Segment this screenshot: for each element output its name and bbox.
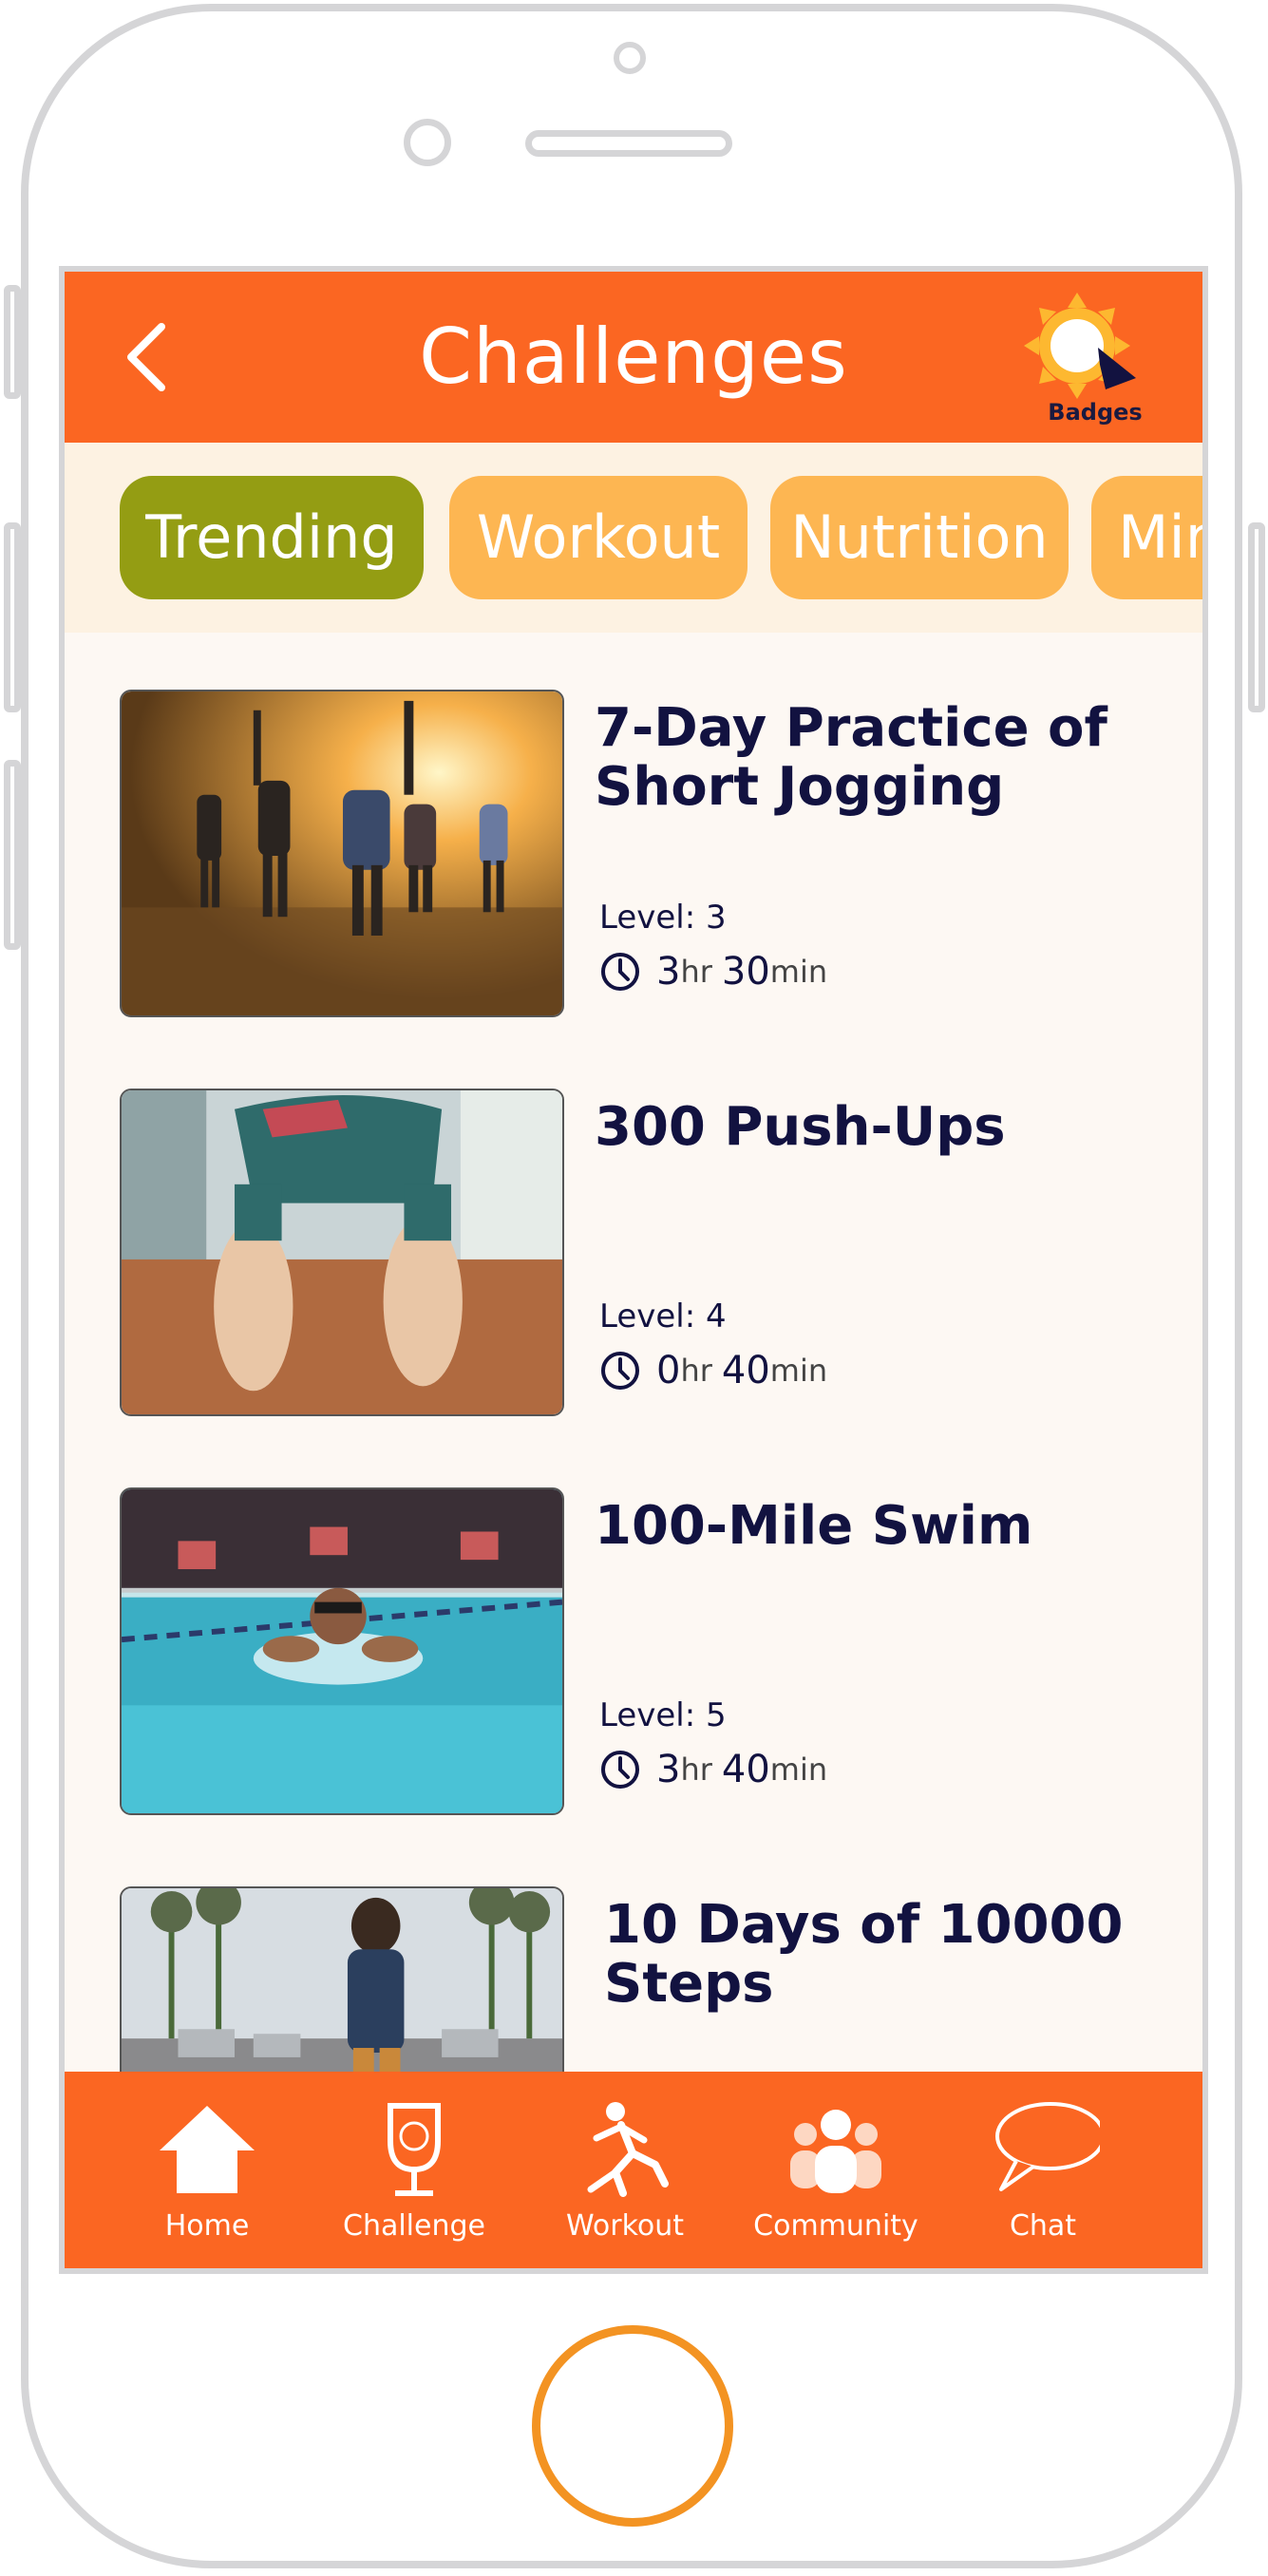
duration-minutes: 30	[721, 950, 770, 994]
earpiece-speaker	[525, 130, 732, 157]
swimmer-pool-photo	[120, 1487, 564, 1815]
challenge-duration: 0 hr 40 min	[599, 1347, 827, 1394]
chat-bubble-icon	[995, 2102, 1100, 2191]
back-arrow-icon[interactable]	[112, 319, 188, 395]
proximity-sensor	[404, 119, 451, 166]
tab-trending[interactable]: Trending	[120, 476, 424, 599]
challenge-title: 300 Push-Ups	[595, 1096, 1006, 1158]
community-icon	[790, 2110, 881, 2193]
minutes-unit: min	[769, 1752, 828, 1788]
trophy-icon	[388, 2103, 441, 2196]
clock-icon	[601, 1352, 639, 1390]
hours-unit: hr	[680, 1752, 712, 1788]
challenge-duration: 3 hr 30 min	[599, 948, 827, 995]
nav-item-chat[interactable]: Chat	[948, 2072, 1138, 2268]
power-button	[1248, 522, 1265, 712]
challenge-title: 7-Day Practice of Short Jogging	[595, 697, 1107, 818]
duration-minutes: 40	[721, 1748, 770, 1791]
hours-unit: hr	[680, 954, 712, 990]
minutes-unit: min	[769, 1353, 828, 1389]
nav-item-home[interactable]: Home	[112, 2072, 302, 2268]
nav-label-workout: Workout	[565, 2209, 685, 2243]
challenge-duration: 3 hr 40 min	[599, 1746, 827, 1793]
volume-up-button	[4, 522, 21, 712]
app-screen: Challenges Badges Trending Workout Nutri…	[59, 266, 1208, 2274]
clock-icon	[601, 953, 639, 991]
volume-down-button	[4, 760, 21, 950]
challenge-card[interactable]: 100-Mile Swim Level: 5 3 hr 40 min	[120, 1487, 1164, 1815]
challenge-title: 10 Days of 10000 Steps	[604, 1894, 1124, 2015]
duration-hours: 3	[656, 1748, 681, 1791]
nav-item-challenge[interactable]: Challenge	[319, 2072, 509, 2268]
nav-item-workout[interactable]: Workout	[530, 2072, 720, 2268]
home-button[interactable]	[532, 2325, 733, 2527]
group-jogging-photo	[120, 690, 564, 1017]
top-bar: Challenges Badges	[65, 272, 1202, 443]
challenge-level: Level: 3	[599, 899, 727, 937]
nav-label-community: Community	[753, 2209, 918, 2243]
push-up-feet-photo	[120, 1089, 564, 1416]
minutes-unit: min	[769, 954, 828, 990]
front-camera	[614, 42, 646, 74]
challenge-level: Level: 5	[599, 1696, 727, 1734]
category-tabs: Trending Workout Nutrition Mindfulness	[65, 443, 1202, 633]
duration-minutes: 40	[721, 1349, 770, 1392]
tab-workout[interactable]: Workout	[449, 476, 748, 599]
duration-hours: 3	[656, 950, 681, 994]
nav-label-home: Home	[164, 2209, 250, 2243]
bottom-nav: Home Challenge Workout Community Chat	[65, 2072, 1202, 2268]
challenge-title: 100-Mile Swim	[595, 1495, 1033, 1557]
nav-label-chat: Chat	[1009, 2209, 1077, 2243]
challenge-level: Level: 4	[599, 1297, 727, 1335]
runner-icon	[587, 2102, 669, 2197]
nav-item-community[interactable]: Community	[741, 2072, 931, 2268]
hours-unit: hr	[680, 1353, 712, 1389]
badges-label: Badges	[1048, 399, 1143, 426]
home-icon	[160, 2106, 255, 2193]
tab-nutrition[interactable]: Nutrition	[770, 476, 1069, 599]
mute-switch	[4, 285, 21, 399]
challenge-card[interactable]: 300 Push-Ups Level: 4 0 hr 40 min	[120, 1089, 1164, 1416]
tab-mindfulness[interactable]: Mindfulness	[1091, 476, 1202, 599]
challenge-card[interactable]: 7-Day Practice of Short Jogging Level: 3…	[120, 690, 1164, 1017]
nav-label-challenge: Challenge	[343, 2209, 485, 2243]
duration-hours: 0	[656, 1349, 681, 1392]
clock-icon	[601, 1751, 639, 1789]
